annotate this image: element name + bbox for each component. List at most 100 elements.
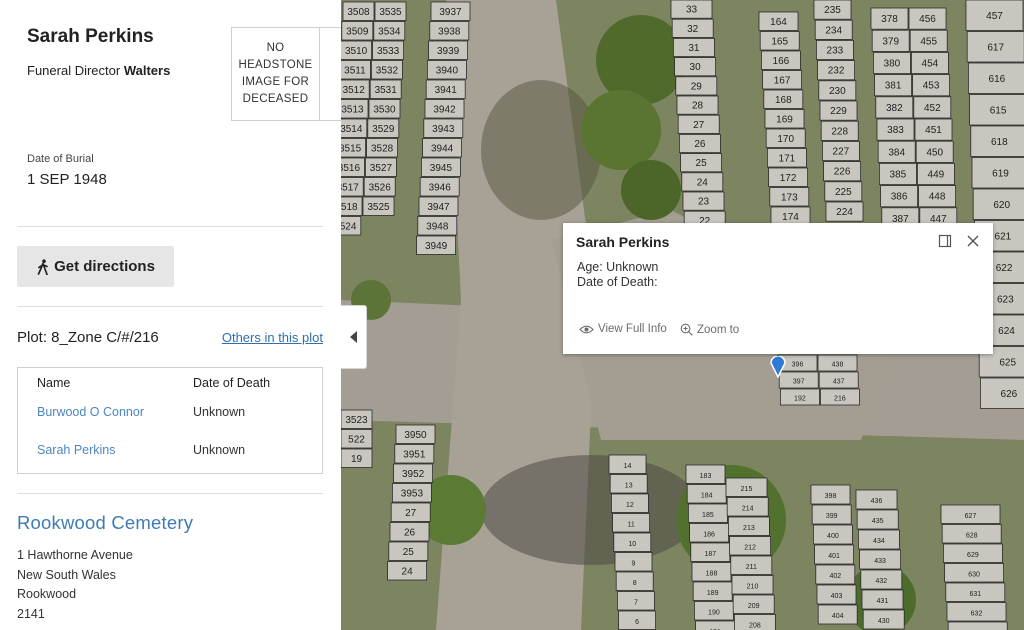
plot-number: 168: [775, 95, 792, 106]
plot-number: 3518: [341, 202, 358, 213]
plot-number: 3531: [375, 85, 398, 96]
plot-number: 214: [742, 505, 754, 512]
cemetery-name-link[interactable]: Rookwood Cemetery: [17, 512, 193, 534]
plot-number: 187: [704, 551, 716, 558]
plot-number: 225: [835, 187, 852, 198]
plot-number: 3941: [435, 85, 458, 96]
others-in-plot-link[interactable]: Others in this plot: [222, 330, 323, 345]
plot-number: 28: [692, 101, 704, 112]
plot-number: 224: [836, 207, 853, 218]
plot-number: 226: [834, 167, 851, 178]
plot-number: 618: [991, 137, 1008, 148]
occupant-date-of-death: Unknown: [193, 405, 246, 419]
plot-number: 385: [890, 170, 907, 181]
plot-number: 3940: [436, 65, 459, 76]
plot-number: 183: [700, 473, 712, 480]
plot-number: 27: [405, 508, 417, 519]
plot-number: 620: [993, 200, 1010, 211]
plot-number: 3515: [341, 143, 362, 154]
plot-number: 24: [402, 566, 414, 577]
plot-block: 215 214 213 212 211 210 209 208: [725, 477, 776, 630]
plot-number: 9: [632, 560, 636, 567]
plot-number: 615: [990, 105, 1007, 116]
plot-number: 210: [747, 583, 759, 590]
dock-popup-icon[interactable]: [937, 233, 953, 249]
plot-number: 382: [886, 103, 903, 114]
location-pin-icon[interactable]: [769, 356, 787, 378]
occupant-date-of-death: Unknown: [193, 443, 246, 457]
plot-number: 454: [922, 59, 939, 70]
zoom-to-button[interactable]: Zoom to: [680, 323, 739, 336]
plot-number: 396: [792, 362, 804, 369]
plot-number: 209: [748, 603, 760, 610]
plot-number: 169: [776, 114, 793, 125]
plot-number: 188: [706, 570, 718, 577]
plot-number: 27: [693, 120, 705, 131]
plot-number: 26: [404, 527, 416, 538]
zoom-in-icon: [680, 323, 693, 336]
plot-number: 229: [830, 106, 847, 117]
plot-number: 228: [831, 126, 848, 137]
plot-number: 383: [887, 125, 904, 136]
plot-number: 432: [875, 578, 887, 585]
plot-number: 623: [997, 294, 1014, 305]
plot-number: 3949: [425, 241, 448, 252]
plot-number: 8: [633, 580, 637, 587]
plot-number: 3512: [343, 85, 366, 96]
plot-number: 14: [624, 463, 632, 470]
plot-number: 3945: [430, 163, 453, 174]
plot-number: 619: [992, 168, 1009, 179]
plot-number: 628: [966, 532, 978, 539]
detail-sidebar: Sarah Perkins Funeral Director Walters N…: [0, 0, 341, 630]
plot-number: 3942: [433, 104, 456, 115]
plot-number: 451: [925, 125, 942, 136]
plot-number: 379: [882, 36, 899, 47]
close-icon[interactable]: [965, 233, 981, 249]
plot-number: 173: [781, 192, 798, 203]
table-row: Sarah Perkins Unknown: [18, 443, 322, 463]
plot-number: 3526: [369, 182, 392, 193]
plot-number: 630: [968, 571, 980, 578]
collapse-sidebar-button[interactable]: [341, 305, 367, 369]
address-line: 2141: [17, 607, 45, 621]
plot-number: 32: [687, 24, 699, 35]
plot-number: 12: [626, 502, 634, 509]
occupant-name-link[interactable]: Sarah Perkins: [37, 443, 116, 457]
walking-person-icon: [37, 258, 48, 275]
plot-number: 3523: [345, 415, 368, 426]
plot-number: 167: [774, 75, 791, 86]
plot-number: 430: [878, 618, 890, 625]
info-popup: Sarah Perkins Age: Unknown Date of Death…: [563, 223, 993, 354]
plot-number: 30: [690, 62, 702, 73]
address-line: 1 Hawthorne Avenue: [17, 548, 133, 562]
view-full-info-button[interactable]: View Full Info: [579, 323, 667, 335]
plot-number: 403: [831, 593, 843, 600]
funeral-director: Funeral Director Walters: [27, 63, 170, 78]
plot-number: 616: [989, 74, 1006, 85]
plot-number: 3513: [341, 104, 364, 115]
plot-number: 3947: [427, 202, 450, 213]
plot-number: 164: [770, 17, 787, 28]
plot-number: 170: [777, 134, 794, 145]
plot-number: 7: [634, 599, 638, 606]
plot-number: 234: [825, 25, 842, 36]
get-directions-label: Get directions: [54, 258, 155, 275]
plot-number: 6: [635, 619, 639, 626]
plot-number: 399: [826, 513, 838, 520]
get-directions-button[interactable]: Get directions: [17, 246, 174, 287]
view-full-info-label: View Full Info: [598, 323, 667, 335]
plot-number: 3528: [371, 143, 394, 154]
plot-number: 621: [995, 231, 1012, 242]
plot-number: 212: [744, 544, 756, 551]
plot-number: 629: [967, 552, 979, 559]
plot-number: 627: [965, 513, 977, 520]
plot-number: 3950: [404, 430, 427, 441]
address-line: New South Wales: [17, 568, 116, 582]
plot-number: 11: [627, 521, 634, 528]
occupant-name-link[interactable]: Burwood O Connor: [37, 405, 144, 419]
plot-number: 165: [771, 36, 788, 47]
plot-number: 192: [794, 396, 806, 403]
director-name: Walters: [123, 63, 171, 78]
plot-number: 626: [1001, 389, 1018, 400]
plot-number: 166: [773, 56, 790, 67]
